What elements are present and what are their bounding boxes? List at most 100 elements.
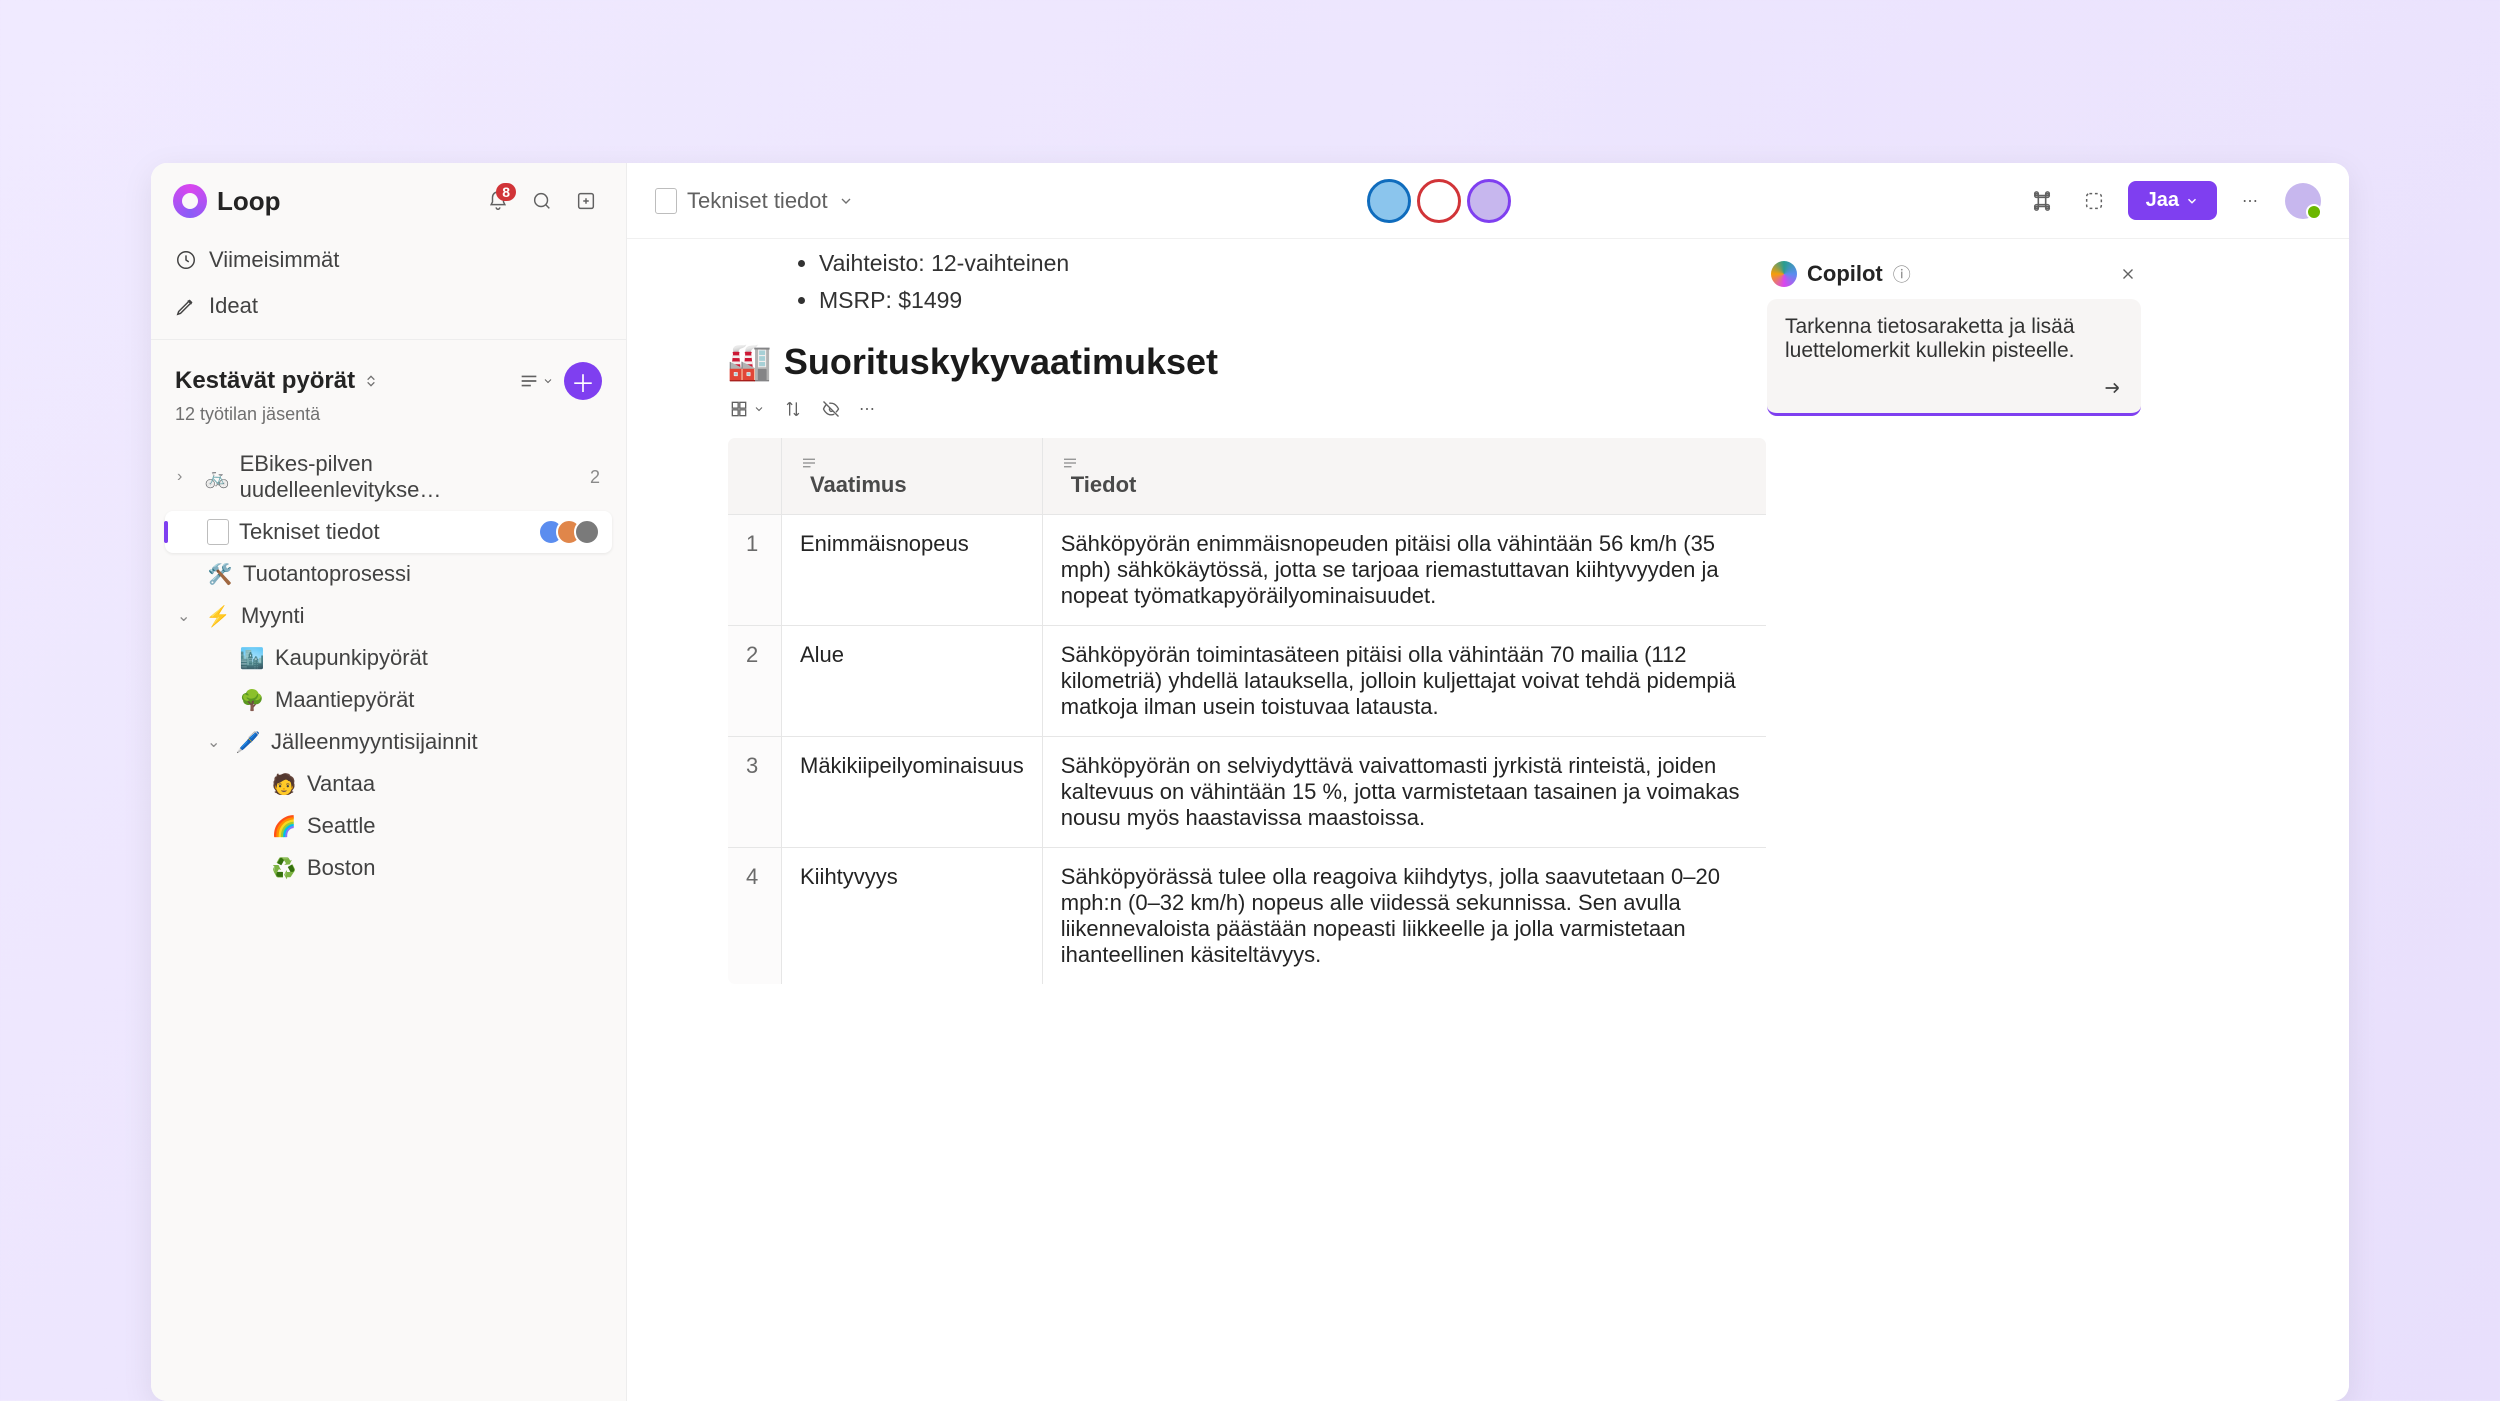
page-icon [207,519,229,545]
heading-text: Suorituskykyvaatimukset [784,341,1218,383]
list-view-button[interactable] [518,363,554,399]
search-icon [531,190,553,212]
tree-item-vantaa[interactable]: 🧑 Vantaa [165,763,612,805]
tree-item-production[interactable]: 🛠️ Tuotantoprosessi [165,553,612,595]
tree-label: Tekniset tiedot [239,519,380,545]
tree-item-seattle[interactable]: 🌈 Seattle [165,805,612,847]
table-row[interactable]: 4 Kiihtyvyys Sähköpyörässä tulee olla re… [728,847,1767,984]
document-body: Vaihteisto: 12-vaihteinen MSRP: $1499 🏭 … [727,245,1767,1341]
tree-label: Boston [307,855,376,881]
table-row[interactable]: 3 Mäkikiipeilyominaisuus Sähköpyörän on … [728,736,1767,847]
page-icon [655,188,677,214]
new-page-button[interactable] [568,183,604,219]
col-requirement[interactable]: Vaatimus [782,437,1043,514]
tree-label: Seattle [307,813,376,839]
sort-button[interactable] [783,399,803,419]
chevron-down-icon: ⌄ [207,732,225,752]
share-button[interactable]: Jaa [2128,181,2217,220]
hide-columns-button[interactable] [821,399,841,419]
view-switch-button[interactable] [729,399,765,419]
cell-details[interactable]: Sähköpyörän on selviydyttävä vaivattomas… [1042,736,1766,847]
requirements-table: Vaatimus Tiedot 1 Enimmäisn [727,437,1767,985]
workspace-actions: ＋ [518,362,602,400]
tree-item-roadbikes[interactable]: 🌳 Maantiepyörät [165,679,612,721]
tree-item-tech[interactable]: Tekniset tiedot [165,511,612,553]
sidebar-primary-nav: Viimeisimmät Ideat [151,231,626,340]
table-toolbar: ⋯ [727,393,1767,437]
tree-item-ebikes[interactable]: › 🚲 EBikes-pilven uudelleenlevitykse… 2 [165,443,612,511]
add-page-button[interactable]: ＋ [564,362,602,400]
rainbow-icon: 🌈 [271,814,297,839]
workspace-section: Kestävät pyörät ＋ 12 työtilan jäsentä › … [151,340,626,889]
grid-icon [729,399,749,419]
sidebar-top-actions: 8 [480,183,604,219]
more-icon: ⋯ [2242,191,2260,211]
more-button[interactable]: ⋯ [2233,183,2269,219]
chevron-down-icon: ⌄ [177,606,195,626]
notifications-button[interactable]: 8 [480,183,516,219]
cell-requirement[interactable]: Alue [782,625,1043,736]
copilot-logo-icon [1771,261,1797,287]
cell-requirement[interactable]: Mäkikiipeilyominaisuus [782,736,1043,847]
toolbar-right: Jaa ⋯ [2024,181,2321,220]
col-label: Tiedot [1071,472,1137,497]
cell-requirement[interactable]: Kiihtyvyys [782,847,1043,984]
workspace-title: Kestävät pyörät [175,367,355,395]
copilot-header: Copilot ⓘ [1767,255,2141,299]
workspace-title-wrap[interactable]: Kestävät pyörät [175,367,379,395]
chevron-down-icon [838,193,854,209]
avatar[interactable] [1417,179,1461,223]
tree-label: Tuotantoprosessi [243,561,411,587]
eye-off-icon [821,399,841,419]
component-button[interactable] [2076,183,2112,219]
cell-details[interactable]: Sähköpyörän enimmäisnopeuden pitäisi oll… [1042,514,1766,625]
avatar[interactable] [1467,179,1511,223]
bullet-item: MSRP: $1499 [819,282,1767,319]
factory-icon: 🏭 [727,341,772,383]
toolbar-center [854,179,2024,223]
tree-item-sales[interactable]: ⌄ ⚡ Myynti [165,595,612,637]
col-label: Vaatimus [810,472,907,497]
cell-details[interactable]: Sähköpyörässä tulee olla reagoiva kiihdy… [1042,847,1766,984]
sort-arrows-icon [783,399,803,419]
sidebar: Loop 8 Viimeisimmät [151,163,627,1401]
avatar[interactable] [1367,179,1411,223]
arrow-right-icon [2101,377,2123,399]
share-label: Jaa [2146,189,2179,212]
col-details[interactable]: Tiedot [1042,437,1766,514]
text-column-icon [1061,454,1748,472]
keyboard-shortcuts-button[interactable] [2024,183,2060,219]
tree-item-boston[interactable]: ♻️ Boston [165,847,612,889]
close-button[interactable] [2119,265,2137,283]
nav-ideas[interactable]: Ideat [161,283,616,329]
table-more-button[interactable]: ⋯ [859,399,877,419]
breadcrumb-label: Tekniset tiedot [687,188,828,214]
close-icon [2119,265,2137,283]
chevron-down-icon [2185,194,2199,208]
tree-item-citybikes[interactable]: 🏙️ Kaupunkipyörät [165,637,612,679]
face-icon: 🧑 [271,772,297,797]
new-page-icon [575,190,597,212]
breadcrumb[interactable]: Tekniset tiedot [655,188,854,214]
nav-ideas-label: Ideat [209,293,258,319]
cell-requirement[interactable]: Enimmäisnopeus [782,514,1043,625]
copilot-input-card[interactable]: Tarkenna tietosaraketta ja lisää luettel… [1767,299,2141,416]
search-button[interactable] [524,183,560,219]
document-scroll[interactable]: Vaihteisto: 12-vaihteinen MSRP: $1499 🏭 … [627,239,2349,1401]
more-icon: ⋯ [859,399,877,419]
profile-avatar[interactable] [2285,183,2321,219]
tree-label: Kaupunkipyörät [275,645,428,671]
tree-label: Jälleenmyyntisijainnit [271,729,478,755]
table-row[interactable]: 1 Enimmäisnopeus Sähköpyörän enimmäisnop… [728,514,1767,625]
copilot-prompt-text: Tarkenna tietosaraketta ja lisää luettel… [1785,315,2123,363]
cell-details[interactable]: Sähköpyörän toimintasäteen pitäisi olla … [1042,625,1766,736]
nav-recent[interactable]: Viimeisimmät [161,237,616,283]
row-number: 1 [728,514,782,625]
pencil-icon: 🖊️ [235,730,261,755]
tree-item-resale[interactable]: ⌄ 🖊️ Jälleenmyyntisijainnit [165,721,612,763]
info-icon[interactable]: ⓘ [1893,261,1911,287]
table-row[interactable]: 2 Alue Sähköpyörän toimintasäteen pitäis… [728,625,1767,736]
bolt-icon: ⚡ [205,604,231,629]
send-button[interactable] [2101,377,2123,399]
tools-icon: 🛠️ [207,562,233,587]
